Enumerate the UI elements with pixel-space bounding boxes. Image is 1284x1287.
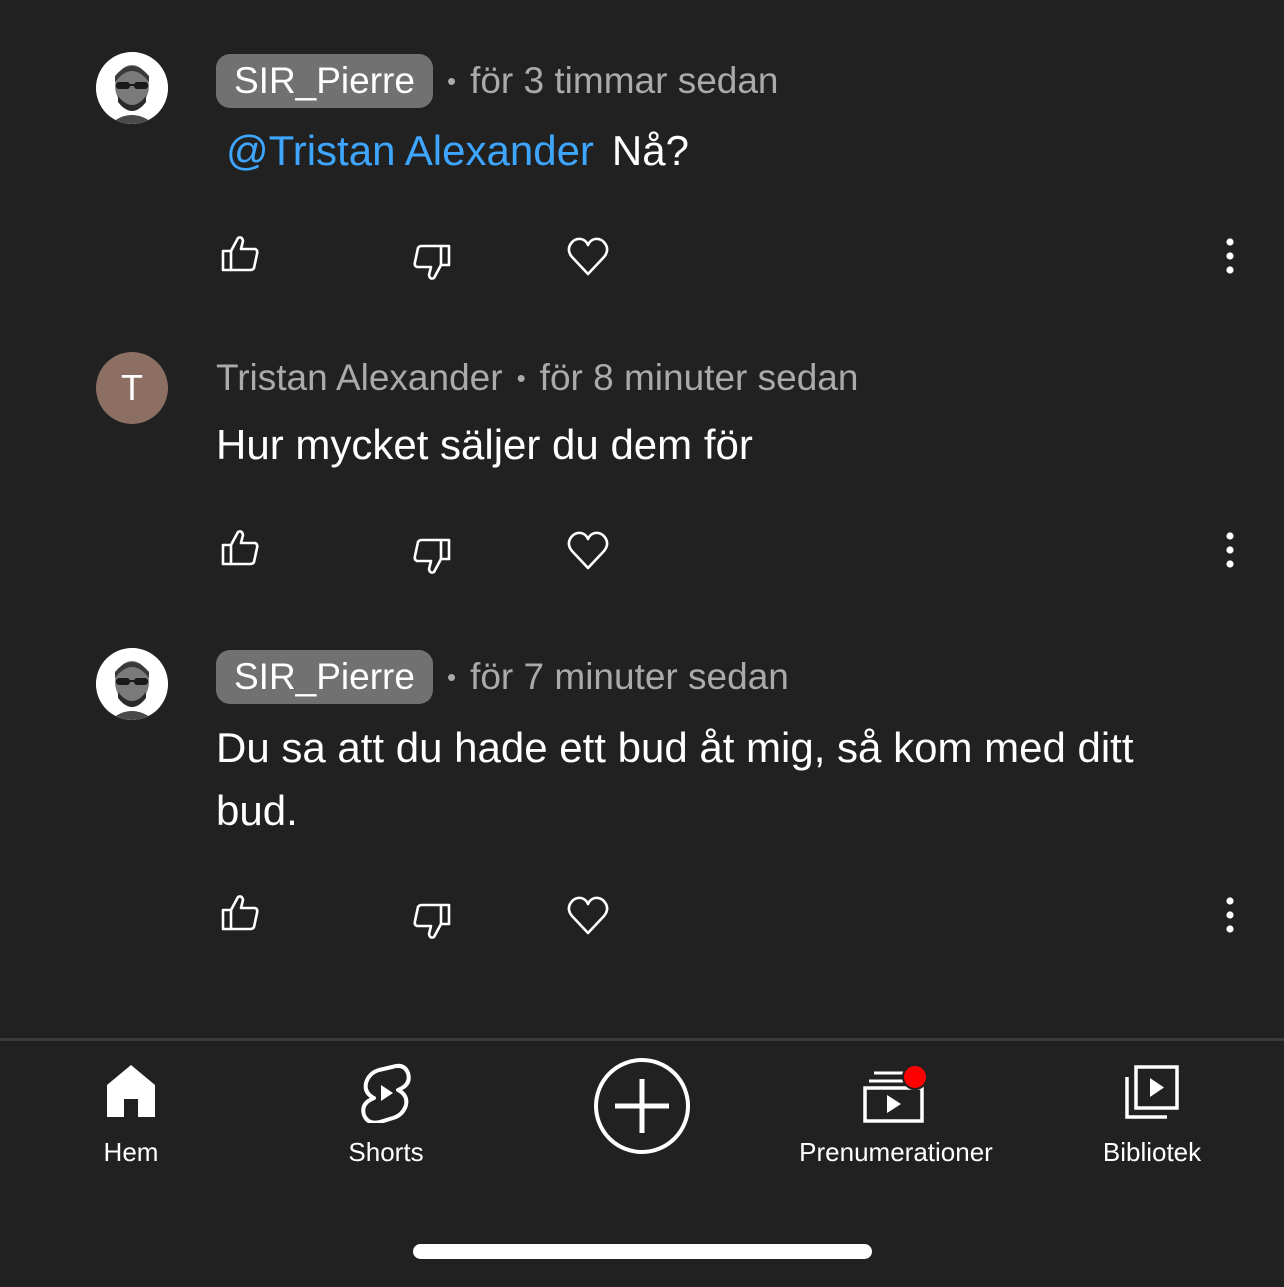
nav-subscriptions[interactable]: Prenumerationer bbox=[771, 1041, 1021, 1181]
more-button[interactable] bbox=[1206, 891, 1254, 939]
heart-icon bbox=[567, 896, 609, 935]
library-icon bbox=[1125, 1065, 1179, 1119]
like-icon bbox=[221, 895, 259, 931]
notification-dot bbox=[902, 1064, 928, 1090]
heart-button[interactable] bbox=[564, 891, 612, 939]
comment-time: för 7 minuter sedan bbox=[470, 656, 789, 697]
comment-body: Hur mycket säljer du dem för bbox=[216, 421, 753, 468]
avatar-tristan-alexander[interactable]: T bbox=[96, 352, 168, 424]
dislike-icon bbox=[413, 538, 451, 574]
avatar-sir-pierre[interactable] bbox=[96, 648, 168, 720]
heart-icon bbox=[567, 237, 609, 276]
comment-body: Nå? bbox=[611, 127, 689, 174]
avatar-sir-pierre[interactable] bbox=[96, 52, 168, 124]
author-name[interactable]: Tristan Alexander bbox=[216, 357, 503, 399]
more-icon bbox=[1226, 897, 1234, 933]
mention-link[interactable]: @Tristan Alexander bbox=[226, 127, 594, 174]
author-name[interactable]: SIR_Pierre bbox=[216, 650, 433, 704]
heart-button[interactable] bbox=[564, 232, 612, 280]
subscriptions-icon bbox=[863, 1064, 928, 1123]
separator-dot: • bbox=[516, 362, 526, 393]
comment-time: för 8 minuter sedan bbox=[539, 357, 859, 398]
like-button[interactable] bbox=[216, 889, 264, 937]
comment-meta: SIR_Pierre • för 3 timmar sedan bbox=[216, 54, 779, 108]
more-icon bbox=[1226, 238, 1234, 274]
nav-label-home: Hem bbox=[103, 1137, 159, 1167]
nav-library[interactable]: Bibliotek bbox=[1027, 1041, 1277, 1181]
dislike-button[interactable] bbox=[408, 897, 456, 945]
heart-button[interactable] bbox=[564, 526, 612, 574]
author-name[interactable]: SIR_Pierre bbox=[216, 54, 433, 108]
comment-text: @Tristan Alexander Nå? bbox=[216, 119, 1216, 182]
home-indicator[interactable] bbox=[413, 1244, 872, 1259]
more-button[interactable] bbox=[1206, 526, 1254, 574]
heart-icon bbox=[567, 531, 609, 570]
shorts-icon bbox=[361, 1063, 411, 1123]
dislike-icon bbox=[413, 244, 451, 280]
dislike-icon bbox=[413, 903, 451, 939]
avatar-letter: T bbox=[121, 367, 143, 408]
home-icon bbox=[107, 1065, 155, 1117]
create-icon bbox=[594, 1058, 690, 1154]
like-button[interactable] bbox=[216, 524, 264, 572]
like-icon bbox=[221, 530, 259, 566]
profile-photo-icon bbox=[96, 648, 168, 720]
nav-create[interactable] bbox=[517, 1041, 767, 1181]
comment-meta: SIR_Pierre • för 7 minuter sedan bbox=[216, 650, 789, 704]
nav-home[interactable]: Hem bbox=[6, 1041, 256, 1181]
more-button[interactable] bbox=[1206, 232, 1254, 280]
dislike-button[interactable] bbox=[408, 238, 456, 286]
separator-dot: • bbox=[446, 65, 457, 96]
more-icon bbox=[1226, 532, 1234, 568]
nav-label-subscriptions: Prenumerationer bbox=[799, 1137, 993, 1167]
comment-body: Du sa att du hade ett bud åt mig, så kom… bbox=[216, 724, 1134, 834]
comment-time: för 3 timmar sedan bbox=[470, 60, 779, 101]
comment-text: Du sa att du hade ett bud åt mig, så kom… bbox=[216, 716, 1216, 842]
profile-photo-icon bbox=[96, 52, 168, 124]
nav-shorts[interactable]: Shorts bbox=[261, 1041, 511, 1181]
comment-text: Hur mycket säljer du dem för bbox=[216, 413, 1216, 476]
nav-label-library: Bibliotek bbox=[1102, 1137, 1202, 1167]
like-icon bbox=[221, 236, 259, 272]
comment-meta: Tristan Alexander • för 8 minuter sedan bbox=[216, 351, 858, 405]
dislike-button[interactable] bbox=[408, 532, 456, 580]
nav-label-shorts: Shorts bbox=[348, 1137, 424, 1167]
separator-dot: • bbox=[446, 661, 457, 692]
like-button[interactable] bbox=[216, 230, 264, 278]
